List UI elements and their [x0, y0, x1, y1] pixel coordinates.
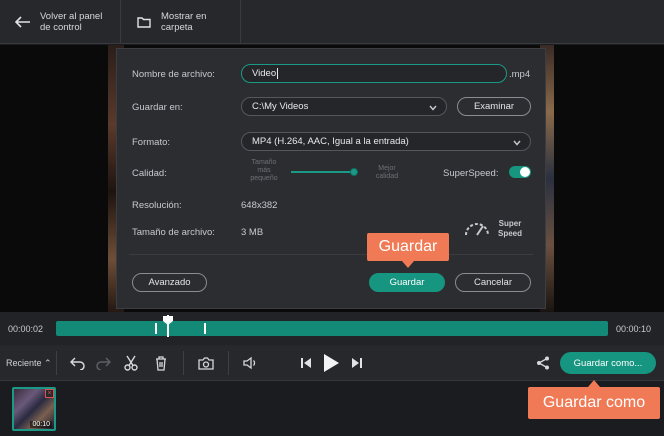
quality-slider-handle[interactable] — [350, 168, 358, 176]
speedometer-icon — [463, 218, 491, 243]
quality-high-note: Mejor calidad — [375, 165, 399, 180]
superspeed-label: SuperSpeed: — [443, 168, 499, 179]
filename-input[interactable]: Video — [241, 64, 507, 83]
play-icon[interactable] — [320, 351, 342, 375]
advanced-button[interactable]: Avanzado — [132, 273, 207, 292]
save-callout-pointer — [402, 261, 414, 268]
dialog-divider — [129, 254, 533, 255]
text-cursor — [277, 68, 279, 79]
show-in-folder-button[interactable]: Mostrar en carpeta — [121, 0, 241, 44]
chevron-down-icon — [429, 103, 437, 114]
volume-icon[interactable] — [242, 354, 260, 372]
save-callout-text: Guardar — [378, 238, 438, 255]
clip-thumbnail[interactable]: × 00:10 — [12, 387, 56, 431]
save-as-button[interactable]: Guardar como... — [560, 352, 656, 374]
timeline[interactable]: 00:00:02 00:00:10 — [0, 312, 664, 345]
arrow-left-icon — [14, 13, 32, 31]
quality-slider-track[interactable] — [291, 171, 355, 173]
browse-button[interactable]: Examinar — [457, 97, 531, 116]
format-value: MP4 (H.264, AAC, Igual a la entrada) — [252, 136, 409, 147]
back-to-dashboard-label: Volver al panel de control — [40, 11, 103, 33]
top-toolbar: Volver al panel de control Mostrar en ca… — [0, 0, 664, 44]
resolution-value: 648x382 — [241, 200, 278, 211]
camera-icon[interactable] — [197, 354, 215, 372]
save-in-value: C:\My Videos — [252, 101, 309, 112]
cancel-button[interactable]: Cancelar — [455, 273, 531, 292]
filesize-label: Tamaño de archivo: — [132, 227, 215, 238]
redo-icon[interactable] — [94, 354, 112, 372]
file-extension: .mp4 — [509, 69, 531, 80]
save-dialog: Nombre de archivo: Video .mp4 Guardar en… — [116, 48, 546, 309]
undo-icon[interactable] — [69, 354, 87, 372]
quality-low-note: Tamaño más pequeño — [250, 159, 278, 182]
superspeed-badge: Super Speed — [498, 219, 523, 238]
skip-back-icon[interactable] — [297, 354, 315, 372]
divider — [183, 351, 184, 375]
format-dropdown[interactable]: MP4 (H.264, AAC, Igual a la entrada) — [241, 132, 531, 151]
quality-label: Calidad: — [132, 168, 167, 179]
save-callout: Guardar — [367, 233, 449, 268]
timeline-start-time: 00:00:02 — [8, 324, 44, 334]
save-in-dropdown[interactable]: C:\My Videos — [241, 97, 447, 116]
divider — [228, 351, 229, 375]
save-as-callout-text: Guardar como — [542, 394, 646, 411]
filesize-value: 3 MB — [241, 227, 264, 238]
save-as-callout-pointer — [588, 380, 600, 387]
filename-label: Nombre de archivo: — [132, 69, 215, 80]
recent-dropdown[interactable]: Reciente ⌃ — [6, 358, 52, 369]
editor-controls: Reciente ⌃ Guardar como... — [0, 345, 664, 381]
scissors-icon[interactable] — [122, 354, 140, 372]
close-icon[interactable]: × — [45, 389, 54, 398]
save-as-callout: Guardar como — [528, 380, 660, 419]
back-to-dashboard-button[interactable]: Volver al panel de control — [0, 0, 121, 44]
recent-label: Reciente — [6, 358, 42, 368]
format-label: Formato: — [132, 137, 171, 148]
trim-start-marker[interactable] — [155, 323, 157, 334]
clip-duration: 00:10 — [30, 421, 52, 428]
folder-icon — [135, 13, 153, 31]
filename-value: Video — [252, 68, 277, 79]
superspeed-toggle[interactable] — [509, 166, 531, 178]
share-icon[interactable] — [534, 354, 552, 372]
save-in-label: Guardar en: — [132, 102, 183, 113]
resolution-label: Resolución: — [132, 200, 182, 211]
chevron-up-icon: ⌃ — [44, 358, 52, 368]
trash-icon[interactable] — [152, 354, 170, 372]
skip-forward-icon[interactable] — [348, 354, 366, 372]
divider — [56, 351, 57, 375]
show-in-folder-label: Mostrar en carpeta — [161, 11, 207, 33]
timeline-clip-bar[interactable] — [56, 321, 608, 336]
chevron-down-icon — [513, 138, 521, 149]
trim-end-marker[interactable] — [204, 323, 206, 334]
timeline-end-time: 00:00:10 — [616, 324, 652, 334]
save-button[interactable]: Guardar — [369, 273, 445, 292]
toggle-knob — [520, 167, 530, 177]
